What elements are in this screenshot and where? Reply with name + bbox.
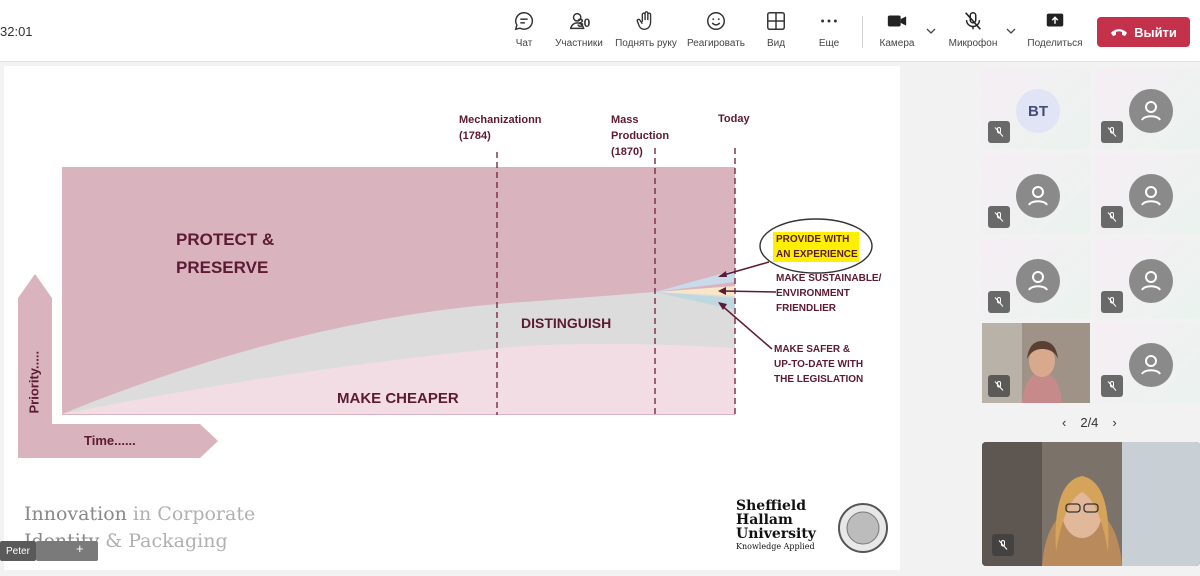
participants-label: Участники (555, 38, 603, 49)
chat-label: Чат (515, 38, 533, 49)
mic-muted-icon (988, 375, 1010, 397)
experience-label: PROVIDE WITH AN EXPERIENCE (776, 234, 858, 260)
view-label: Вид (766, 38, 786, 49)
mic-muted-icon (1101, 206, 1123, 228)
participant-tile[interactable] (1095, 154, 1200, 234)
presenter-controls[interactable]: + (36, 541, 98, 561)
footer-word-innovation: Innovation (24, 503, 127, 525)
shared-slide: Mechanizationn (1784) Mass Production (1… (4, 66, 900, 570)
participant-tile[interactable] (982, 154, 1090, 234)
share-button[interactable]: Поделиться (1026, 10, 1084, 56)
mic-muted-icon (1101, 121, 1123, 143)
logo-line-1: Sheffield (736, 498, 807, 514)
chat-button[interactable]: Чат (510, 10, 538, 56)
meeting-timer: 32:01 (0, 24, 33, 39)
self-video (982, 442, 1200, 566)
cheaper-label: MAKE CHEAPER (337, 390, 459, 407)
plus-icon[interactable]: + (76, 541, 84, 556)
camera-label: Камера (879, 38, 915, 49)
avatar-placeholder-icon (1016, 259, 1060, 303)
logo-line-4: Knowledge Applied (736, 542, 815, 551)
participant-tile[interactable] (1095, 69, 1200, 149)
gallery-pager: ‹ 2/4 › (1062, 415, 1117, 430)
avatar-placeholder-icon (1129, 259, 1173, 303)
smile-icon (707, 12, 725, 30)
mic-muted-icon (1101, 291, 1123, 313)
more-label: Еще (818, 38, 840, 49)
page-indicator: 2/4 (1080, 415, 1099, 430)
distinguish-label: DISTINGUISH (521, 315, 612, 331)
milestone-label-today: Today (718, 113, 750, 125)
chat-icon (514, 12, 534, 31)
mic-button[interactable]: Микрофон (946, 10, 1000, 56)
hang-up-icon (1111, 29, 1128, 36)
milestone-label-mass-production: Mass Production (1870) (611, 114, 670, 158)
participant-video-tile[interactable] (982, 323, 1090, 403)
slide-diagram (18, 148, 888, 553)
react-label: Реагировать (686, 38, 746, 49)
mic-muted-icon (1101, 375, 1123, 397)
mic-label: Микрофон (948, 38, 998, 49)
safer-label: MAKE SAFER & UP-TO-DATE WITH THE LEGISLA… (774, 344, 864, 385)
camera-button[interactable]: Камера (878, 10, 916, 56)
share-label: Поделиться (1027, 38, 1083, 49)
y-axis-label: Priority..... (26, 350, 42, 414)
avatar-initials: BT (1016, 89, 1060, 133)
university-seal-inner (846, 511, 880, 545)
participant-tile[interactable]: BT (982, 69, 1090, 149)
mic-options-chevron-icon[interactable] (1006, 26, 1016, 36)
camera-options-chevron-icon[interactable] (926, 26, 936, 36)
footer-word-corporate: in Corporate (132, 503, 256, 525)
grid-view-icon (767, 12, 785, 30)
next-page-chevron-icon[interactable]: › (1112, 415, 1116, 430)
meeting-toolbar: 32:01 Чат 30 Участники Поднять руку Реаг… (0, 0, 1200, 62)
more-button[interactable]: Еще (818, 10, 840, 56)
raise-hand-button[interactable]: Поднять руку (613, 10, 679, 56)
x-axis-label: Time...... (84, 433, 136, 448)
avatar-placeholder-icon (1129, 89, 1173, 133)
university-logo: Sheffield Hallam University Knowledge Ap… (736, 499, 826, 552)
logo-line-2: Hallam (736, 512, 793, 528)
prev-page-chevron-icon[interactable]: ‹ (1062, 415, 1066, 430)
mic-muted-icon (965, 12, 981, 30)
share-screen-icon (1046, 13, 1064, 27)
presenter-name-chip: Peter (0, 541, 36, 561)
participant-tile[interactable] (1095, 239, 1200, 319)
camera-icon (887, 15, 907, 27)
participant-tile[interactable] (1095, 323, 1200, 403)
self-video-tile[interactable] (982, 442, 1200, 566)
participant-tile[interactable] (982, 239, 1090, 319)
milestone-label-mechanization: Mechanizationn (1784) (459, 114, 542, 142)
self-mic-muted-icon (992, 534, 1014, 556)
toolbar-divider (862, 16, 863, 48)
avatar-placeholder-icon (1016, 174, 1060, 218)
react-button[interactable]: Реагировать (686, 10, 746, 56)
mic-muted-icon (988, 121, 1010, 143)
protect-label: PROTECT & PRESERVE (176, 230, 275, 277)
mic-muted-icon (988, 206, 1010, 228)
participants-count: 30 (577, 16, 591, 30)
footer-word-packaging: & Packaging (105, 530, 228, 552)
axis-corner (18, 424, 52, 458)
avatar-placeholder-icon (1129, 343, 1173, 387)
leave-button[interactable]: Выйти (1097, 17, 1190, 47)
hand-icon (636, 11, 652, 30)
arrow-sustainable (721, 290, 777, 293)
raise-hand-label: Поднять руку (615, 38, 677, 49)
mic-muted-icon (988, 291, 1010, 313)
more-icon (821, 19, 837, 23)
logo-line-3: University (736, 526, 816, 542)
participants-button[interactable]: 30 Участники (553, 10, 605, 56)
footer-title-line1: Innovation in Corporate (24, 503, 255, 525)
view-button[interactable]: Вид (764, 10, 788, 56)
sustainable-label: MAKE SUSTAINABLE/ ENVIRONMENT FRIENDLIER (776, 273, 882, 314)
leave-label: Выйти (1134, 24, 1177, 40)
avatar-placeholder-icon (1129, 174, 1173, 218)
